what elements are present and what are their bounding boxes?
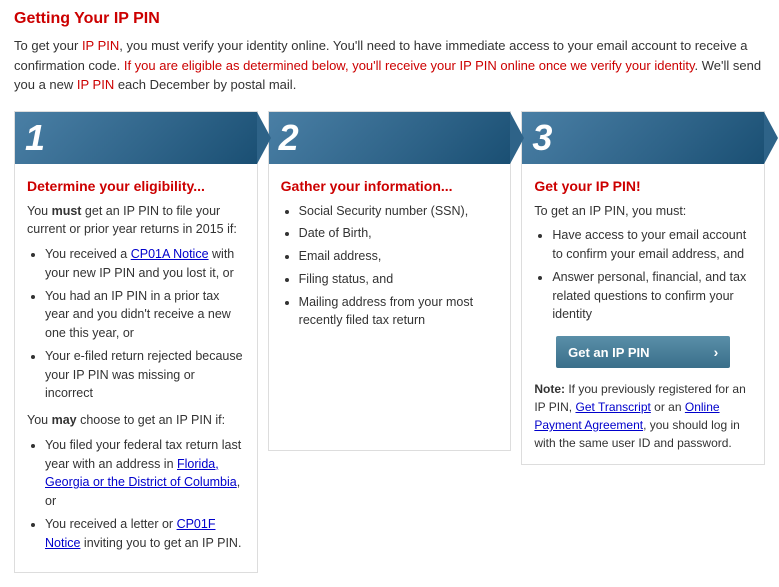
card2-heading: Gather your information...	[281, 178, 499, 194]
list-item: Date of Birth,	[299, 224, 499, 243]
list-item: You received a letter or CP01F Notice in…	[45, 515, 245, 553]
card3-requirements-list: Have access to your email account to con…	[534, 226, 752, 324]
card1-banner: 1	[15, 112, 257, 164]
eligibility-highlight: If you are eligible as determined below,…	[124, 58, 695, 73]
card1-must-list: You received a CP01A Notice with your ne…	[27, 245, 245, 403]
get-transcript-link[interactable]: Get Transcript	[575, 400, 650, 414]
list-item: Your e-filed return rejected because you…	[45, 347, 245, 403]
card2-number: 2	[279, 120, 299, 156]
card1-body: Determine your eligibility... You must g…	[15, 164, 257, 573]
card3-number: 3	[532, 120, 552, 156]
card3-intro: To get an IP PIN, you must:	[534, 202, 752, 221]
card1-heading: Determine your eligibility...	[27, 178, 245, 194]
card3-body: Get your IP PIN! To get an IP PIN, you m…	[522, 164, 764, 465]
list-item: Have access to your email account to con…	[552, 226, 752, 264]
list-item: You received a CP01A Notice with your ne…	[45, 245, 245, 283]
card-eligibility: 1 Determine your eligibility... You must…	[14, 111, 258, 574]
ip-pin-ref-3: IP PIN	[77, 77, 114, 92]
card3-banner: 3	[522, 112, 764, 164]
get-pin-button-label: Get an IP PIN	[568, 345, 649, 360]
list-item: Mailing address from your most recently …	[299, 293, 499, 331]
ip-pin-ref-1: IP PIN	[82, 38, 119, 53]
list-item: Filing status, and	[299, 270, 499, 289]
card2-banner: 2	[269, 112, 511, 164]
card-get-pin: 3 Get your IP PIN! To get an IP PIN, you…	[521, 111, 765, 466]
cp01f-notice-link[interactable]: CP01F Notice	[45, 517, 215, 550]
card3-note: Note: If you previously registered for a…	[534, 380, 752, 452]
button-arrow-icon: ›	[714, 344, 719, 360]
card-information: 2 Gather your information... Social Secu…	[268, 111, 512, 451]
page-title: Getting Your IP PIN	[14, 10, 765, 28]
list-item: Answer personal, financial, and tax rela…	[552, 268, 752, 324]
card1-must-text: You must get an IP PIN to file your curr…	[27, 202, 245, 240]
card3-heading: Get your IP PIN!	[534, 178, 752, 194]
card2-body: Gather your information... Social Securi…	[269, 164, 511, 351]
cards-container: 1 Determine your eligibility... You must…	[14, 111, 765, 574]
card1-may-list: You filed your federal tax return last y…	[27, 436, 245, 553]
note-label: Note:	[534, 382, 565, 396]
card2-info-list: Social Security number (SSN), Date of Bi…	[281, 202, 499, 331]
ip-pin-ref-2: IP PIN	[459, 58, 496, 73]
card1-number: 1	[25, 120, 45, 156]
list-item: You filed your federal tax return last y…	[45, 436, 245, 511]
card1-may-text: You may choose to get an IP PIN if:	[27, 411, 245, 430]
cp01a-notice-link[interactable]: CP01A Notice	[131, 247, 209, 261]
get-ip-pin-button[interactable]: Get an IP PIN ›	[556, 336, 730, 368]
list-item: Social Security number (SSN),	[299, 202, 499, 221]
list-item: Email address,	[299, 247, 499, 266]
list-item: You had an IP PIN in a prior tax year an…	[45, 287, 245, 343]
florida-georgia-dc-link[interactable]: Florida, Georgia or the District of Colu…	[45, 457, 237, 490]
intro-paragraph: To get your IP PIN, you must verify your…	[14, 36, 765, 95]
